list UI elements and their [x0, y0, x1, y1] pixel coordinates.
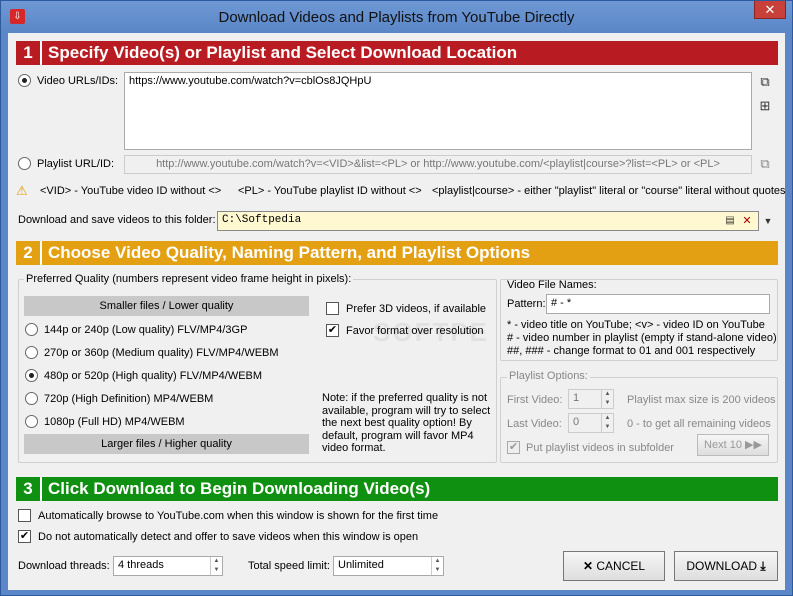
file-names-label: Video File Names:	[507, 279, 597, 291]
title-bar[interactable]: ⇩ Download Videos and Playlists from You…	[1, 1, 792, 33]
last-video-label: Last Video:	[507, 418, 562, 430]
first-video-note: Playlist max size is 200 videos	[627, 394, 776, 406]
larger-quality-bar: Larger files / Higher quality	[24, 434, 309, 454]
auto-browse-checkbox[interactable]	[18, 509, 31, 522]
quality-note: Note: if the preferred quality is not av…	[322, 392, 491, 454]
cancel-icon: ✕	[582, 559, 594, 573]
next-10-button[interactable]: Next 10 ▶▶	[697, 434, 769, 456]
threads-input[interactable]: 4 threads	[113, 556, 223, 576]
section-1-number: 1	[16, 41, 42, 65]
folder-icon[interactable]: ▤	[722, 211, 738, 231]
playlist-paste-icon[interactable]: ⧉	[755, 154, 775, 174]
paste-icon[interactable]: ⧉	[755, 72, 775, 92]
last-video-note: 0 - to get all remaining videos	[627, 418, 771, 430]
smaller-quality-bar: Smaller files / Lower quality	[24, 296, 309, 316]
speed-input[interactable]: Unlimited	[333, 556, 444, 576]
section-1-title: Specify Video(s) or Playlist and Select …	[48, 43, 518, 62]
folder-input[interactable]: C:\Softpedia	[217, 211, 759, 231]
hint-vid: <VID> - YouTube video ID without <>	[40, 185, 222, 197]
playlist-options-label: Playlist Options:	[507, 370, 590, 382]
fast-forward-icon: ▶▶	[745, 439, 762, 451]
client-area: SOFTPE 1 Specify Video(s) or Playlist and…	[8, 33, 786, 590]
no-auto-detect-label: Do not automatically detect and offer to…	[38, 531, 419, 543]
pattern-help-2: # - video number in playlist (empty if s…	[507, 332, 777, 344]
section-3-title: Click Download to Begin Downloading Vide…	[48, 479, 431, 498]
first-video-spinner[interactable]: ▲ ▼	[601, 390, 613, 408]
download-button[interactable]: DOWNLOAD ⤓	[674, 551, 778, 581]
cancel-button[interactable]: ✕ CANCEL	[563, 551, 665, 581]
quality-radio-270[interactable]	[25, 346, 38, 359]
close-button[interactable]: ✕	[754, 1, 786, 19]
warning-icon: ⚠	[16, 183, 28, 198]
quality-radio-720[interactable]	[25, 392, 38, 405]
section-1-banner: 1 Specify Video(s) or Playlist and Select…	[16, 41, 778, 65]
quality-radio-480[interactable]	[25, 369, 38, 382]
pattern-help-1: * - video title on YouTube; <v> - video …	[507, 319, 765, 331]
download-label: DOWNLOAD	[686, 559, 757, 573]
pattern-input[interactable]: # - *	[546, 294, 770, 314]
video-urls-label: Video URLs/IDs:	[37, 75, 119, 87]
quality-radio-144[interactable]	[25, 323, 38, 336]
quality-label-144: 144p or 240p (Low quality) FLV/MP4/3GP	[44, 324, 248, 336]
playlist-label: Playlist URL/ID:	[37, 158, 115, 170]
quality-label-720: 720p (High Definition) MP4/WEBM	[44, 393, 214, 405]
section-3-banner: 3 Click Download to Begin Downloading Vid…	[16, 477, 778, 501]
subfolder-checkbox[interactable]: ✔	[507, 441, 520, 454]
next-10-label: Next 10	[704, 439, 742, 451]
video-urls-radio[interactable]	[18, 74, 31, 87]
speed-label: Total speed limit:	[248, 560, 330, 572]
playlist-input[interactable]: http://www.youtube.com/watch?v=<VID>&lis…	[124, 155, 752, 174]
quality-label-480: 480p or 520p (High quality) FLV/MP4/WEBM	[44, 370, 263, 382]
auto-browse-label: Automatically browse to YouTube.com when…	[38, 510, 439, 522]
pattern-label: Pattern:	[507, 298, 546, 310]
no-auto-detect-checkbox[interactable]: ✔	[18, 530, 31, 543]
download-icon: ⤓	[760, 559, 766, 573]
first-video-label: First Video:	[507, 394, 563, 406]
prefer-3d-checkbox[interactable]	[326, 302, 339, 315]
hint-course: <playlist|course> - either "playlist" li…	[432, 185, 786, 197]
paste-add-icon[interactable]: ⊞	[755, 96, 775, 116]
playlist-radio[interactable]	[18, 157, 31, 170]
threads-label: Download threads:	[18, 560, 110, 572]
chevron-down-icon[interactable]: ▼	[760, 211, 776, 231]
last-video-spinner[interactable]: ▲ ▼	[601, 414, 613, 432]
video-urls-input[interactable]: https://www.youtube.com/watch?v=cblOs8JQ…	[124, 72, 752, 150]
threads-spinner[interactable]: ▲ ▼	[210, 557, 222, 575]
favor-format-label: Favor format over resolution	[346, 325, 484, 337]
section-3-number: 3	[16, 477, 42, 501]
prefer-3d-label: Prefer 3D videos, if available	[346, 303, 487, 315]
window-title: Download Videos and Playlists from YouTu…	[218, 9, 575, 26]
section-2-banner: 2 Choose Video Quality, Naming Pattern, a…	[16, 241, 778, 265]
clear-icon[interactable]: ✕	[739, 211, 755, 231]
pattern-help-3: ##, ### - change format to 01 and 001 re…	[507, 345, 756, 357]
folder-label: Download and save videos to this folder:	[18, 214, 216, 226]
subfolder-label: Put playlist videos in subfolder	[526, 442, 674, 454]
speed-spinner[interactable]: ▲ ▼	[431, 557, 443, 575]
quality-group-label: Preferred Quality (numbers represent vid…	[24, 273, 354, 285]
section-2-title: Choose Video Quality, Naming Pattern, an…	[48, 243, 531, 262]
quality-label-1080: 1080p (Full HD) MP4/WEBM	[44, 416, 185, 428]
quality-radio-1080[interactable]	[25, 415, 38, 428]
section-2-number: 2	[16, 241, 42, 265]
cancel-label: CANCEL	[596, 559, 646, 573]
favor-format-checkbox[interactable]: ✔	[326, 324, 339, 337]
quality-label-270: 270p or 360p (Medium quality) FLV/MP4/WE…	[44, 347, 279, 359]
hint-pl: <PL> - YouTube playlist ID without <>	[238, 185, 422, 197]
main-window: ⇩ Download Videos and Playlists from You…	[0, 0, 793, 596]
